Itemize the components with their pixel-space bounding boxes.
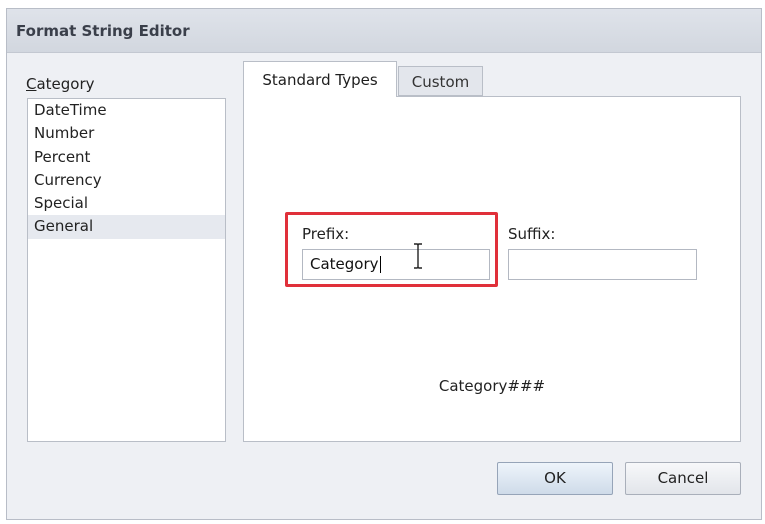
text-caret: [379, 256, 381, 273]
category-item-percent[interactable]: Percent: [28, 146, 225, 169]
prefix-input[interactable]: Category: [302, 249, 490, 280]
format-preview: Category###: [438, 377, 546, 395]
dialog-title: Format String Editor: [16, 22, 190, 40]
ok-button[interactable]: OK: [497, 462, 613, 495]
prefix-label: Prefix:: [302, 225, 350, 243]
suffix-input[interactable]: [508, 249, 697, 280]
category-label-accelerator: C: [26, 75, 37, 93]
category-item-currency[interactable]: Currency: [28, 169, 225, 192]
prefix-input-value: Category: [310, 255, 379, 273]
category-item-number[interactable]: Number: [28, 122, 225, 145]
category-item-datetime[interactable]: DateTime: [28, 99, 225, 122]
category-label: Category: [26, 75, 95, 93]
standard-types-panel: Prefix: Category Suffix: Category###: [243, 96, 741, 442]
suffix-label: Suffix:: [508, 225, 556, 243]
cancel-button[interactable]: Cancel: [625, 462, 741, 495]
category-item-general[interactable]: General: [28, 215, 225, 239]
text-cursor-ibeam-icon: [414, 243, 422, 269]
category-label-text: ategory: [36, 75, 95, 93]
dialog-titlebar[interactable]: Format String Editor: [7, 9, 761, 53]
tab-standard-types[interactable]: Standard Types: [243, 61, 397, 97]
category-list[interactable]: DateTime Number Percent Currency Special…: [27, 98, 226, 442]
tab-custom[interactable]: Custom: [398, 66, 483, 96]
category-item-special[interactable]: Special: [28, 192, 225, 215]
